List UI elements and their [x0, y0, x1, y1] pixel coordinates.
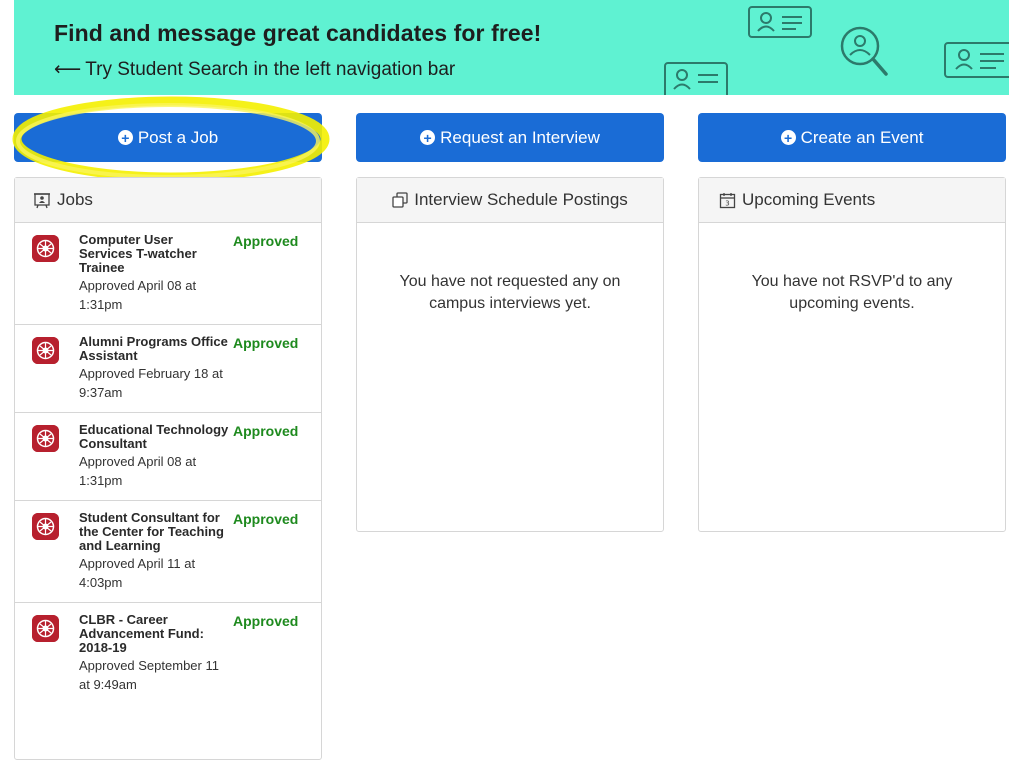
interview-empty-message: You have not requested any on campus int…: [399, 273, 621, 312]
job-title[interactable]: Alumni Programs Office Assistant: [79, 335, 229, 363]
status-badge: Approved: [233, 233, 299, 249]
id-card-icon: [664, 62, 728, 95]
jobs-panel-title: Jobs: [57, 190, 93, 209]
job-title[interactable]: Student Consultant for the Center for Te…: [79, 511, 229, 553]
plus-circle-icon: +: [420, 130, 436, 145]
employer-logo-icon: [32, 425, 59, 452]
create-event-label: Create an Event: [800, 127, 924, 147]
promo-banner: Find and message great candidates for fr…: [14, 0, 1009, 95]
plus-circle-icon: +: [780, 130, 796, 145]
employer-logo-icon: [32, 337, 59, 364]
job-title[interactable]: CLBR - Career Advancement Fund: 2018-19: [79, 613, 229, 655]
job-approved-date: Approved September 11 at 9:49am: [79, 658, 219, 692]
job-list-item[interactable]: Alumni Programs Office Assistant Approved…: [15, 325, 321, 413]
jobs-icon: [33, 191, 51, 209]
job-list-item[interactable]: CLBR - Career Advancement Fund: 2018-19 A…: [15, 603, 321, 704]
interview-postings-panel: Interview Schedule Postings You have not…: [356, 177, 664, 532]
jobs-panel: Jobs Computer User Services T-watcher Tr…: [14, 177, 322, 760]
job-title[interactable]: Educational Technology Consultant: [79, 423, 229, 451]
job-list-item[interactable]: Computer User Services T-watcher Trainee…: [15, 223, 321, 325]
status-badge: Approved: [233, 511, 299, 527]
status-badge: Approved: [233, 613, 299, 629]
job-approved-date: Approved April 08 at 1:31pm: [79, 454, 197, 488]
interview-panel-title: Interview Schedule Postings: [414, 190, 628, 209]
post-job-label: Post a Job: [137, 127, 219, 147]
interview-panel-header: Interview Schedule Postings: [357, 178, 663, 223]
banner-subtitle: ⟵ Try Student Search in the left navigati…: [54, 58, 455, 81]
banner-title: Find and message great candidates for fr…: [54, 20, 542, 46]
employer-logo-icon: [32, 235, 59, 262]
events-panel-header: 3 Upcoming Events: [699, 178, 1005, 223]
status-badge: Approved: [233, 423, 299, 439]
upcoming-events-panel: 3 Upcoming Events You have not RSVP'd to…: [698, 177, 1006, 532]
events-empty-message: You have not RSVP'd to any upcoming even…: [751, 273, 953, 312]
job-list-item[interactable]: Educational Technology Consultant Approve…: [15, 413, 321, 501]
employer-logo-icon: [32, 513, 59, 540]
job-approved-date: Approved April 08 at 1:31pm: [79, 278, 197, 312]
events-panel-title: Upcoming Events: [742, 190, 876, 209]
left-arrow-icon: ⟵: [54, 59, 82, 80]
request-interview-label: Request an Interview: [440, 127, 600, 147]
job-approved-date: Approved April 11 at 4:03pm: [79, 556, 196, 590]
post-job-button[interactable]: + Post a Job: [14, 113, 322, 162]
interview-copy-icon: [392, 192, 408, 208]
jobs-panel-header: Jobs: [15, 178, 321, 223]
employer-logo-icon: [32, 615, 59, 642]
job-list-item[interactable]: Student Consultant for the Center for Te…: [15, 501, 321, 603]
job-title[interactable]: Computer User Services T-watcher Trainee: [79, 233, 229, 275]
status-badge: Approved: [233, 335, 299, 351]
calendar-icon: 3: [719, 192, 736, 209]
plus-circle-icon: +: [117, 130, 133, 145]
request-interview-button[interactable]: + Request an Interview: [356, 113, 664, 162]
job-list: Computer User Services T-watcher Trainee…: [15, 223, 321, 704]
job-approved-date: Approved February 18 at 9:37am: [79, 366, 223, 400]
svg-text:3: 3: [725, 199, 729, 207]
id-card-icon: [944, 42, 1009, 78]
id-card-icon: [748, 6, 812, 38]
create-event-button[interactable]: + Create an Event: [698, 113, 1006, 162]
banner-subtitle-text: Try Student Search in the left navigatio…: [85, 59, 456, 80]
user-search-icon: [840, 26, 888, 76]
